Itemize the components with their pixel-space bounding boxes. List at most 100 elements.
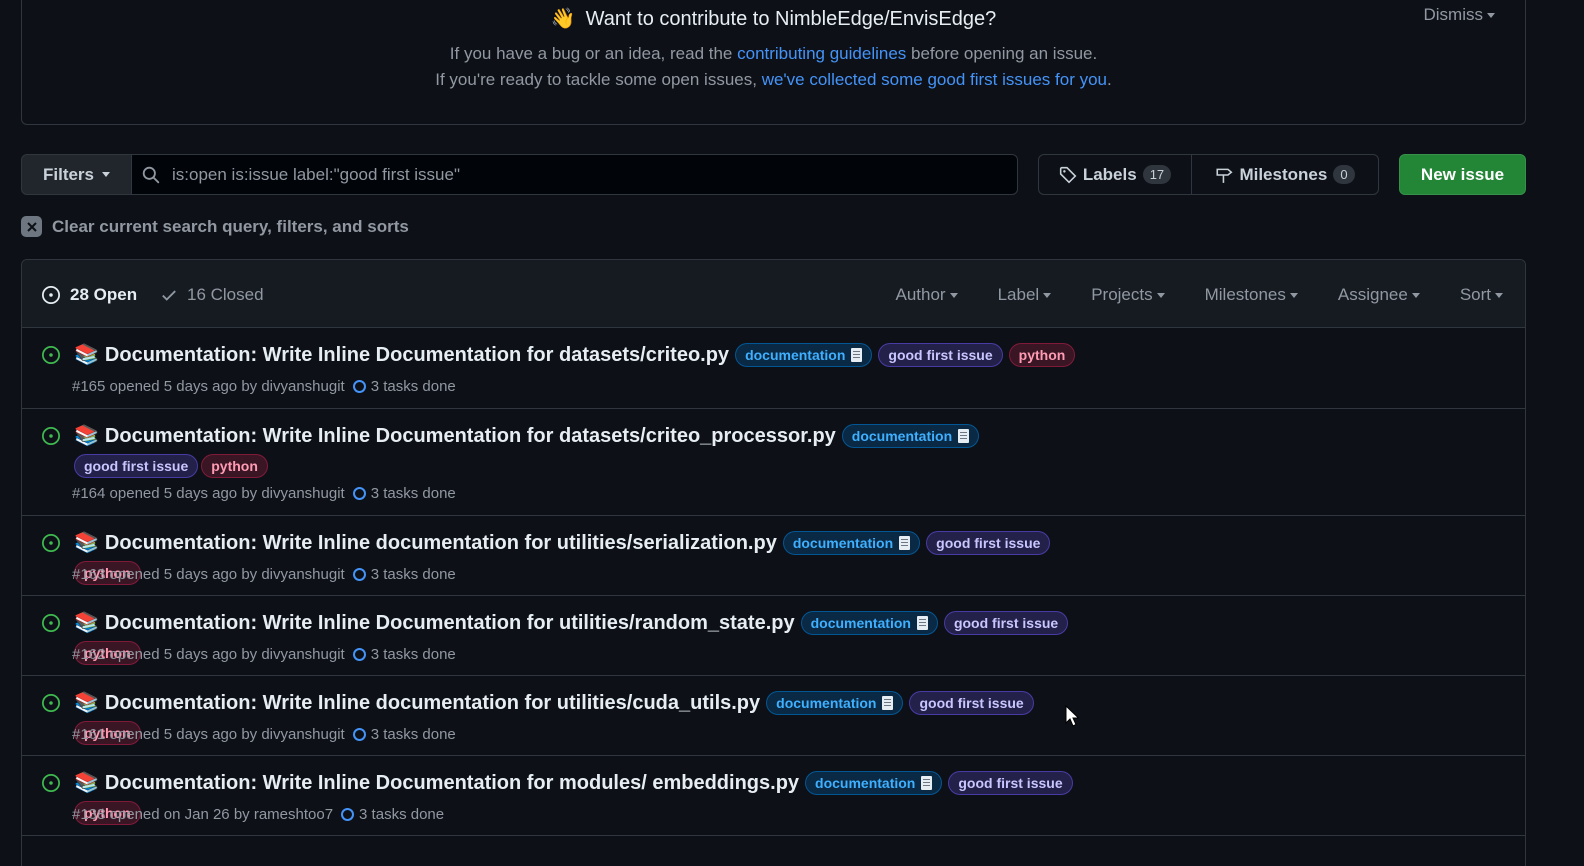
- good-first-issues-link[interactable]: we've collected some good first issues f…: [762, 70, 1107, 89]
- issues-list: 28 Open 16 Closed Author Label Projects …: [21, 259, 1526, 866]
- filters-button[interactable]: Filters: [21, 154, 132, 195]
- new-issue-button[interactable]: New issue: [1399, 154, 1526, 195]
- label-good-first-issue[interactable]: good first issue: [74, 454, 199, 478]
- labels-button[interactable]: Labels 17: [1038, 154, 1192, 195]
- author-filter[interactable]: Author: [895, 285, 958, 305]
- label-filter[interactable]: Label: [998, 285, 1052, 305]
- banner-line-good-first-issues: If you're ready to tackle some open issu…: [435, 70, 1112, 89]
- memo-icon: [882, 695, 894, 710]
- search-box[interactable]: [131, 154, 1018, 195]
- chevron-down-icon: [1495, 292, 1503, 298]
- milestones-count: 0: [1333, 165, 1355, 184]
- chevron-down-icon: [1487, 13, 1495, 19]
- issue-row: 📚 Documentation: Write Inline documentati…: [22, 676, 1525, 756]
- issue-meta: #161 opened 5 days ago by divyanshugit 3…: [72, 726, 456, 743]
- issue-row: 📚 Documentation: Write Inline documentati…: [22, 516, 1525, 596]
- issue-title-link[interactable]: 📚 Documentation: Write Inline Documentati…: [74, 423, 836, 448]
- issue-open-icon: [42, 534, 60, 552]
- chevron-down-icon: [1043, 292, 1052, 298]
- label-documentation[interactable]: documentation: [782, 530, 921, 555]
- issue-title-link[interactable]: 📚 Documentation: Write Inline Documentati…: [74, 610, 795, 635]
- books-emoji-icon: 📚: [74, 692, 99, 714]
- tasks-progress: 3 tasks done: [352, 566, 456, 583]
- contributing-guidelines-link[interactable]: contributing guidelines: [737, 44, 906, 63]
- task-progress-icon: [352, 648, 366, 661]
- issues-list-header: 28 Open 16 Closed Author Label Projects …: [22, 260, 1525, 328]
- tag-icon: [1059, 166, 1077, 183]
- close-icon: [21, 216, 42, 237]
- task-progress-icon: [352, 487, 366, 500]
- milestones-filter[interactable]: Milestones: [1205, 285, 1298, 305]
- books-emoji-icon: 📚: [74, 772, 99, 794]
- issue-row: 📚 Documentation: Write Inline Documentati…: [22, 409, 1525, 516]
- waving-hand-icon: 👋: [550, 8, 576, 30]
- books-emoji-icon: 📚: [74, 344, 99, 366]
- chevron-down-icon: [1156, 292, 1165, 298]
- dismiss-button[interactable]: Dismiss: [1424, 5, 1495, 25]
- label-python[interactable]: python: [1008, 342, 1076, 367]
- issue-title-link[interactable]: 📚 Documentation: Write Inline Documentati…: [74, 770, 799, 795]
- task-progress-icon: [341, 808, 355, 821]
- open-issues-tab[interactable]: 28 Open: [41, 285, 137, 305]
- label-documentation[interactable]: documentation: [841, 423, 980, 448]
- label-good-first-issue[interactable]: good first issue: [948, 770, 1073, 795]
- label-good-first-issue[interactable]: good first issue: [926, 530, 1051, 555]
- label-good-first-issue[interactable]: good first issue: [943, 610, 1069, 635]
- label-documentation[interactable]: documentation: [766, 690, 904, 715]
- issue-meta: #164 opened 5 days ago by divyanshugit 3…: [72, 485, 456, 502]
- label-documentation[interactable]: documentation: [735, 342, 873, 367]
- issue-meta: #165 opened 5 days ago by divyanshugit 3…: [72, 378, 456, 395]
- label-good-first-issue[interactable]: good first issue: [909, 690, 1034, 715]
- chevron-down-icon: [102, 172, 111, 177]
- check-icon: [162, 290, 176, 301]
- tasks-progress: 3 tasks done: [341, 806, 444, 823]
- sort-filter[interactable]: Sort: [1460, 285, 1503, 305]
- closed-issues-tab[interactable]: 16 Closed: [160, 285, 264, 305]
- assignee-filter[interactable]: Assignee: [1338, 285, 1420, 305]
- issue-meta: #138 opened on Jan 26 by rameshtoo7 3 ta…: [72, 806, 445, 823]
- label-documentation[interactable]: documentation: [805, 770, 943, 795]
- mouse-pointer-icon: [1065, 705, 1079, 727]
- issue-open-icon: [42, 286, 60, 304]
- tasks-progress: 3 tasks done: [352, 726, 456, 743]
- tasks-progress: 3 tasks done: [352, 646, 456, 663]
- issue-open-icon: [42, 346, 60, 364]
- tasks-progress: 3 tasks done: [352, 378, 456, 395]
- issue-meta: #162 opened 5 days ago by divyanshugit 3…: [72, 646, 456, 663]
- issue-open-icon: [42, 694, 60, 712]
- issue-row: 📚 Documentation: Write Inline Documentati…: [22, 596, 1525, 676]
- label-python[interactable]: python: [201, 454, 268, 478]
- issue-title-link[interactable]: 📚 Documentation: Write Inline documentati…: [74, 690, 760, 715]
- issue-title-line: 📚 Documentation: Write Inline Documentati…: [74, 342, 1084, 367]
- issue-title-line: 📚 Documentation: Write Inline Documentati…: [74, 423, 1084, 478]
- banner-line-guidelines: If you have a bug or an idea, read the c…: [449, 44, 1098, 63]
- issue-row: 📚 Documentation: Write Inline Documentati…: [22, 756, 1525, 836]
- search-input[interactable]: [172, 164, 992, 185]
- chevron-down-icon: [949, 292, 958, 298]
- issue-title-link[interactable]: 📚 Documentation: Write Inline Documentati…: [74, 342, 729, 367]
- memo-icon: [851, 347, 863, 362]
- memo-icon: [958, 428, 970, 443]
- issue-open-icon: [42, 774, 60, 792]
- issue-open-icon: [42, 427, 60, 445]
- projects-filter[interactable]: Projects: [1091, 285, 1165, 305]
- contribute-banner: 👋 Want to contribute to NimbleEdge/EnvisE…: [21, 0, 1526, 125]
- books-emoji-icon: 📚: [74, 532, 99, 554]
- labels-count: 17: [1142, 165, 1172, 184]
- banner-title: 👋 Want to contribute to NimbleEdge/EnvisE…: [550, 8, 997, 30]
- label-good-first-issue[interactable]: good first issue: [878, 342, 1003, 367]
- label-documentation[interactable]: documentation: [800, 610, 938, 635]
- books-emoji-icon: 📚: [74, 612, 99, 634]
- milestones-button[interactable]: Milestones 0: [1191, 154, 1379, 195]
- clear-filters-link[interactable]: Clear current search query, filters, and…: [21, 216, 409, 237]
- task-progress-icon: [352, 728, 366, 741]
- task-progress-icon: [352, 568, 366, 581]
- milestone-icon: [1216, 168, 1233, 183]
- issue-title-link[interactable]: 📚 Documentation: Write Inline documentati…: [74, 530, 777, 555]
- memo-icon: [899, 535, 911, 550]
- chevron-down-icon: [1289, 292, 1298, 298]
- issue-row: 📚 Documentation: Write Inline Documentati…: [22, 328, 1525, 409]
- search-icon: [142, 166, 160, 183]
- memo-icon: [921, 775, 933, 790]
- task-progress-icon: [352, 380, 366, 393]
